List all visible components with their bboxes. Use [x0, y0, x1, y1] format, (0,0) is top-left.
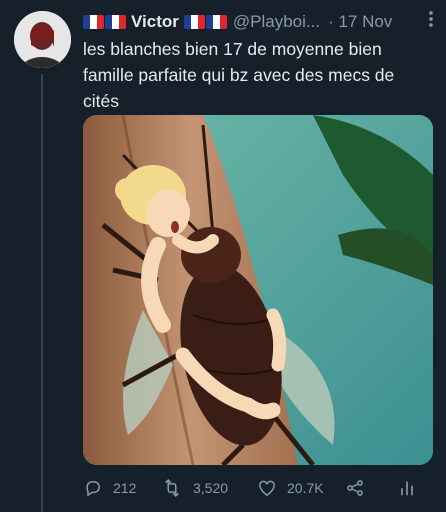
author-name[interactable]: Victor: [131, 12, 179, 32]
reply-icon: [86, 481, 101, 497]
like-button[interactable]: 20.7K: [257, 478, 345, 498]
analytics-icon: [401, 481, 413, 496]
retweet-count: 3,520: [193, 480, 229, 496]
tweet-text: les blanches bien 17 de moyenne bien fam…: [83, 39, 395, 111]
author-handle[interactable]: @Playboi...: [233, 12, 320, 32]
france-flag-icon: [183, 15, 205, 29]
france-flag-icon: [205, 15, 227, 29]
action-bar: 212 3,520 20.7K: [83, 476, 433, 500]
avatar-image: [14, 11, 71, 68]
tweet-media[interactable]: [83, 115, 433, 465]
tweet-date[interactable]: · 17 Nov: [328, 12, 392, 32]
retweet-icon: [165, 479, 179, 497]
share-icon: [347, 480, 363, 496]
reply-count: 212: [113, 480, 137, 496]
analytics-button[interactable]: [397, 478, 427, 498]
retweet-button[interactable]: 3,520: [161, 478, 257, 498]
like-count: 20.7K: [287, 480, 324, 496]
reply-button[interactable]: 212: [83, 478, 161, 498]
more-vertical-icon[interactable]: [428, 10, 434, 33]
france-flag-icon: [83, 15, 104, 29]
france-flag-icon: [105, 15, 126, 29]
cartoon-illustration: [83, 115, 433, 465]
thread-line: [41, 74, 43, 512]
heart-icon: [259, 480, 275, 496]
avatar[interactable]: [14, 11, 71, 68]
tweet-header: Victor @Playboi... · 17 Nov: [83, 10, 436, 34]
share-button[interactable]: [345, 478, 397, 498]
